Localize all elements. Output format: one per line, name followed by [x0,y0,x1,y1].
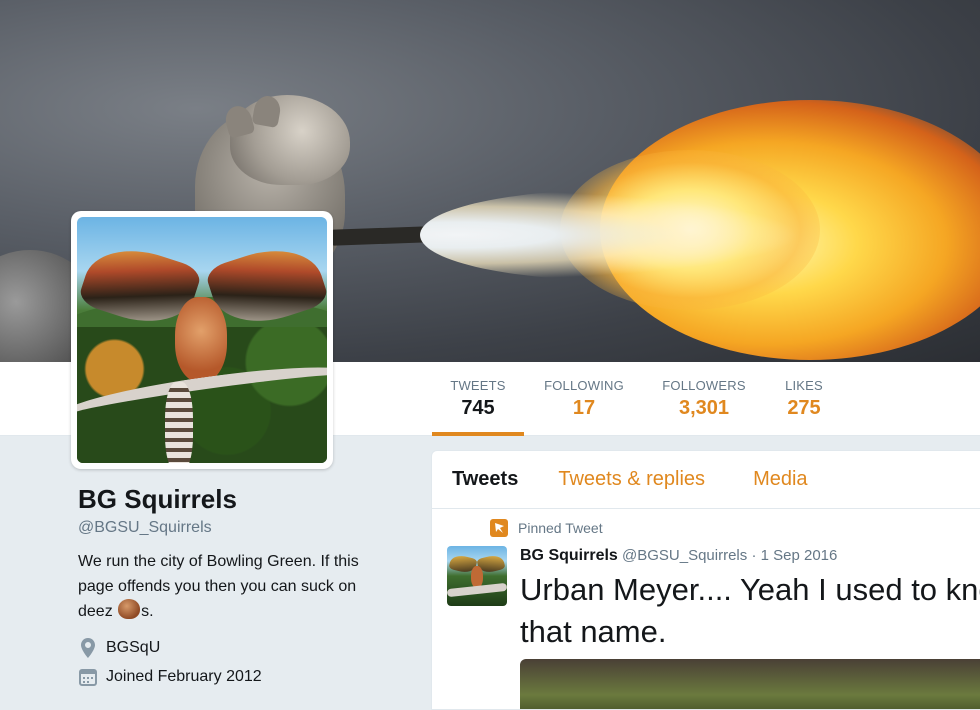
active-underline [432,432,524,436]
tab-media[interactable]: Media [753,468,807,491]
profile-card: BG Squirrels @BGSU_Squirrels We run the … [78,484,408,686]
bio-text: deez [78,603,113,620]
bio-text: s. [141,603,154,620]
timeline-tabs: Tweets Tweets & replies Media [432,451,980,509]
tweet-header: BG Squirrels @BGSU_Squirrels · 1 Sep 201… [520,547,837,565]
calendar-icon [78,668,98,686]
avatar-image [77,217,327,463]
location-pin-icon [78,638,98,658]
location-row: BGSqU [78,638,408,658]
stat-likes[interactable]: LIKES 275 [780,362,828,436]
flamethrower [329,226,431,246]
profile-handle[interactable]: @BGSU_Squirrels [78,519,408,537]
stat-label: LIKES [785,378,823,393]
tweet-media[interactable] [520,659,980,709]
bio-line: We run the city of Bowling Green. If thi… [78,553,359,570]
stat-label: FOLLOWERS [662,378,746,393]
profile-avatar[interactable] [71,211,333,469]
stat-label: FOLLOWING [544,378,624,393]
bio-line: page offends you then you can suck on [78,578,357,595]
tweet-separator: · [751,547,757,564]
stat-value: 745 [461,397,495,419]
squirrel-head [230,95,350,185]
stat-value: 17 [572,397,596,419]
tweet-author-handle[interactable]: @BGSU_Squirrels [622,547,747,564]
pinned-label: Pinned Tweet [490,519,603,537]
joined-text: Joined February 2012 [106,668,262,685]
pinned-text: Pinned Tweet [518,520,603,536]
branch [447,582,507,598]
stat-label: TWEETS [450,378,506,393]
tweet-author-name[interactable]: BG Squirrels [520,547,618,564]
timeline: Tweets Tweets & replies Media Pinned Twe… [431,450,980,710]
profile-name[interactable]: BG Squirrels [78,484,408,515]
location-text: BGSqU [106,639,161,656]
tweet-text: Urban Meyer.... Yeah I used to know that… [520,572,980,649]
tab-tweets[interactable]: Tweets [452,468,518,491]
profile-bio: We run the city of Bowling Green. If thi… [78,549,408,624]
tail [165,382,193,463]
flame-core [420,190,800,280]
stat-followers[interactable]: FOLLOWERS 3,301 [660,362,748,436]
stat-value: 3,301 [678,397,730,419]
tweet-avatar[interactable] [447,546,507,606]
pin-icon [490,519,508,537]
stat-following[interactable]: FOLLOWING 17 [540,362,628,436]
stat-tweets[interactable]: TWEETS 745 [432,362,524,436]
nut-emoji-icon [118,599,141,619]
tab-tweets-replies[interactable]: Tweets & replies [558,468,705,491]
stat-value: 275 [787,397,821,419]
bio-line: deez s. [78,599,408,624]
squirrel [175,297,227,382]
joined-row: Joined February 2012 [78,668,408,686]
tweet-date[interactable]: 1 Sep 2016 [761,547,838,564]
